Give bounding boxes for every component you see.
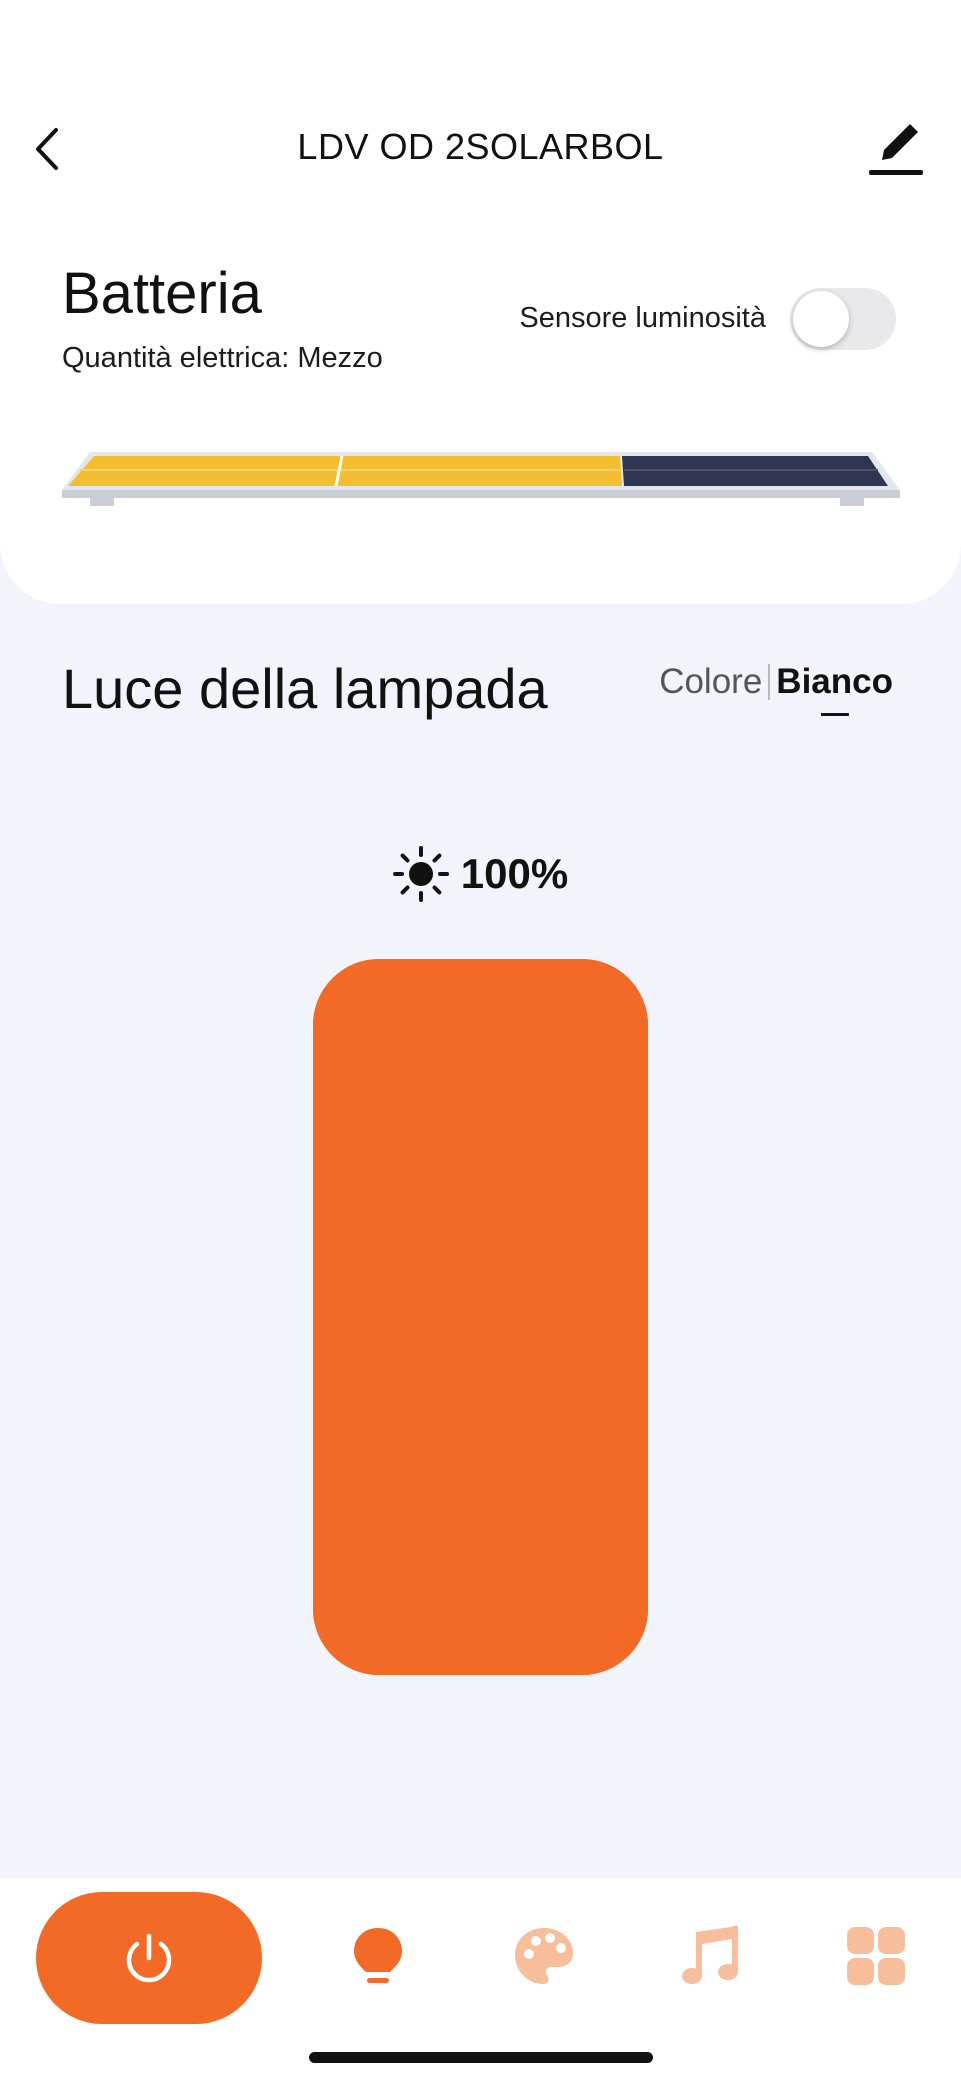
back-button[interactable] — [28, 124, 68, 174]
brightness-slider[interactable] — [313, 959, 648, 1675]
battery-title: Batteria — [62, 261, 262, 326]
pencil-icon — [869, 124, 923, 175]
device-card: LDV OD 2SOLARBOL Batteria Quantità elett… — [0, 0, 961, 604]
tab-bianco-label: Bianco — [776, 662, 893, 701]
power-icon — [126, 1933, 172, 1983]
toggle-knob — [793, 291, 849, 347]
home-indicator — [309, 2052, 653, 2063]
chevron-left-icon — [36, 128, 58, 170]
bulb-icon — [354, 1928, 402, 1983]
tab-separator — [768, 664, 771, 700]
tab-bianco[interactable]: Bianco — [776, 662, 893, 716]
lamp-section-title: Luce della lampada — [62, 657, 548, 720]
sensor-label: Sensore luminosità — [519, 302, 766, 334]
power-button[interactable] — [36, 1892, 262, 2024]
battery-panel-illustration — [62, 452, 900, 506]
page-title: LDV OD 2SOLARBOL — [297, 126, 664, 167]
nav-scenes[interactable] — [844, 1924, 908, 1988]
brightness-slider-fill — [313, 959, 648, 1675]
active-tab-indicator — [820, 713, 849, 716]
battery-quantity: Quantità elettrica: Mezzo — [62, 342, 383, 374]
music-icon — [682, 1926, 738, 1984]
tab-colore[interactable]: Colore — [659, 662, 762, 702]
mode-tabs: Colore Bianco — [659, 662, 893, 716]
sensor-toggle[interactable] — [790, 288, 896, 350]
brightness-value: 100% — [460, 850, 569, 897]
grid-icon — [847, 1927, 905, 1985]
brightness-readout: 100% — [0, 846, 961, 902]
edit-button[interactable] — [866, 116, 926, 180]
nav-music[interactable] — [678, 1924, 742, 1988]
palette-icon — [515, 1928, 573, 1984]
nav-palette[interactable] — [512, 1924, 576, 1988]
sun-icon — [392, 846, 449, 902]
nav-light[interactable] — [346, 1924, 410, 1988]
